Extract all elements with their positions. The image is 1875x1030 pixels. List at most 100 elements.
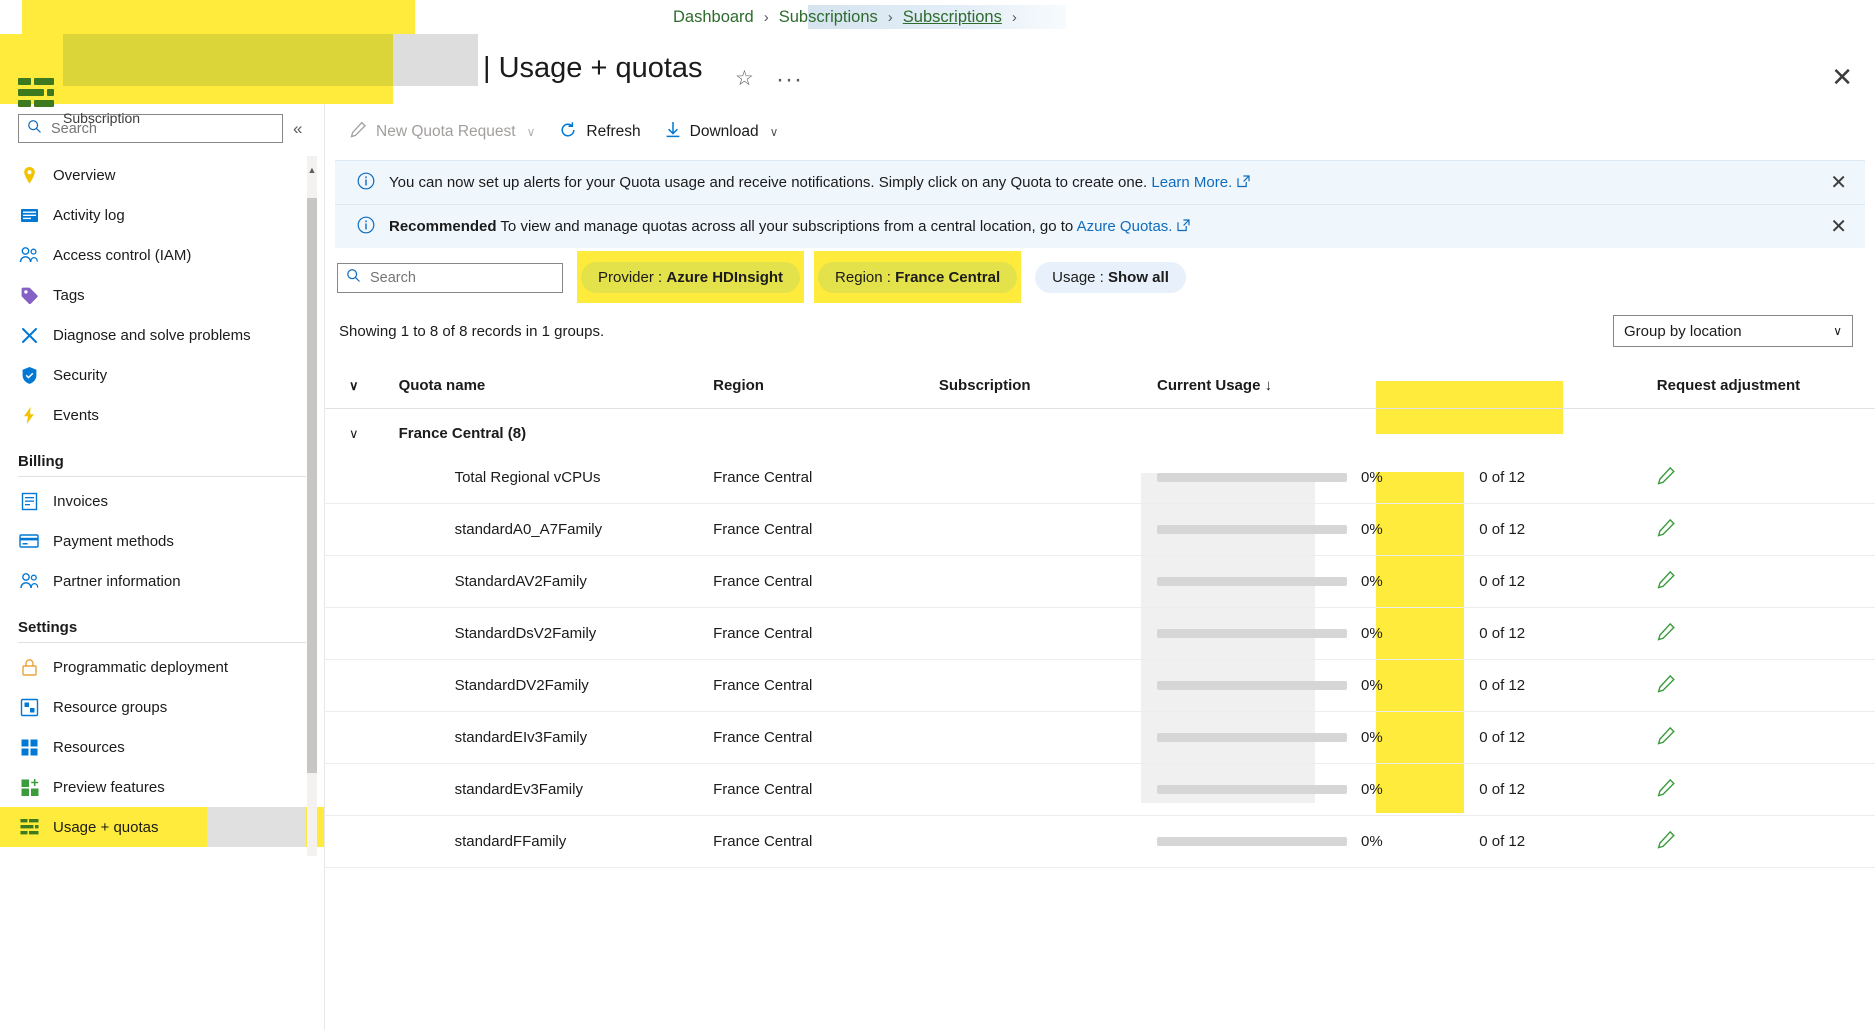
sidebar-item-resource-groups[interactable]: Resource groups [0,687,324,727]
chevron-down-icon[interactable]: ∨ [770,125,779,139]
sidebar-search-box[interactable] [18,114,283,143]
sidebar-item-activity-log[interactable]: Activity log [0,195,324,235]
sidebar-item-payment-methods[interactable]: Payment methods [0,521,324,561]
payment-methods-icon [18,530,40,552]
dismiss-banner-icon[interactable]: ✕ [1824,173,1853,193]
recommended-info-banner: Recommended To view and manage quotas ac… [335,204,1865,248]
pencil-icon[interactable] [1657,674,1676,697]
sidebar-item-invoices[interactable]: Invoices [0,481,324,521]
refresh-button[interactable]: Refresh [550,115,649,150]
column-quota-name[interactable]: Quota name [398,365,714,409]
table-row[interactable]: StandardAV2Family France Central 0% 0 of… [325,555,1875,608]
quota-table-zone: ∨ Quota name Region Subscription Current… [325,365,1875,868]
close-blade-icon[interactable]: ✕ [1831,64,1853,90]
filter-pill-value: Show all [1108,269,1169,286]
sidebar-divider [18,642,306,643]
group-by-dropdown[interactable]: Group by location ∨ [1613,315,1853,347]
sidebar-item-programmatic-deployment[interactable]: Programmatic deployment [0,647,324,687]
sidebar-scrollbar-thumb[interactable] [307,198,317,773]
sidebar-item-usage-quotas[interactable]: Usage + quotas [0,807,324,847]
expand-all-header[interactable]: ∨ [325,365,399,409]
row-request-adjustment-cell[interactable] [1656,763,1875,816]
new-quota-request-button[interactable]: New Quota Request ∨ [341,115,544,149]
column-subscription[interactable]: Subscription [938,365,1158,409]
pencil-icon[interactable] [1657,726,1676,749]
collapse-sidebar-icon[interactable]: « [293,119,302,139]
filter-pill-region[interactable]: Region : France Central [818,262,1018,293]
pencil-icon[interactable] [1657,570,1676,593]
column-region[interactable]: Region [713,365,939,409]
row-quota-name: StandardDsV2Family [398,607,714,660]
usage-progress-bar [1157,473,1348,483]
sidebar-item-access-control[interactable]: Access control (IAM) [0,235,324,275]
chevron-down-icon[interactable]: ∨ [339,426,359,441]
filter-pill-usage[interactable]: Usage : Show all [1035,262,1186,293]
sidebar-item-overview[interactable]: Overview [0,155,324,195]
sidebar-item-partner-information[interactable]: Partner information [0,561,324,601]
row-usage-count: 0 of 12 [1479,503,1657,556]
row-request-adjustment-cell[interactable] [1656,452,1875,504]
sidebar-item-tags[interactable]: Tags [0,275,324,315]
pencil-icon[interactable] [1657,518,1676,541]
results-summary-row: Showing 1 to 8 of 8 records in 1 groups.… [325,293,1875,347]
table-group-row[interactable]: ∨ France Central (8) [325,409,1875,453]
sidebar-item-preview-features[interactable]: Preview features [0,767,324,807]
pencil-icon[interactable] [1657,466,1676,489]
row-region: France Central [713,763,939,816]
sidebar-item-label: Resource groups [53,698,168,716]
sidebar-item-resources[interactable]: Resources [0,727,324,767]
row-request-adjustment-cell[interactable] [1656,503,1875,556]
table-row[interactable]: StandardDV2Family France Central 0% 0 of… [325,659,1875,712]
row-request-adjustment-cell[interactable] [1656,607,1875,660]
breadcrumb-item-subscriptions[interactable]: Subscriptions [779,8,878,27]
external-link-icon [1237,174,1250,192]
row-request-adjustment-cell[interactable] [1656,659,1875,712]
table-row[interactable]: standardFFamily France Central 0% 0 of 1… [325,815,1875,868]
sidebar-item-events[interactable]: Events [0,395,324,435]
download-button[interactable]: Download ∨ [656,115,788,150]
sidebar-item-label: Programmatic deployment [53,658,229,676]
pencil-icon[interactable] [1657,830,1676,853]
column-current-usage[interactable]: Current Usage ↓ [1157,365,1480,409]
learn-more-link[interactable]: Learn More. [1151,174,1232,191]
sidebar: « Overview Activity log Access control ( [0,104,325,1030]
security-shield-icon [18,364,40,386]
azure-quotas-link[interactable]: Azure Quotas. [1077,218,1173,235]
sidebar-item-diagnose[interactable]: Diagnose and solve problems [0,315,324,355]
table-header-row: ∨ Quota name Region Subscription Current… [325,365,1875,409]
sidebar-item-security[interactable]: Security [0,355,324,395]
favorite-star-icon[interactable]: ☆ [735,66,754,91]
pencil-icon[interactable] [1657,778,1676,801]
banner-message: You can now set up alerts for your Quota… [389,173,1152,191]
resource-type-label: Subscription [63,110,141,126]
chevron-down-icon[interactable]: ∨ [339,378,359,393]
table-row[interactable]: standardEv3Family France Central 0% 0 of… [325,763,1875,816]
usage-progress-bar [1157,577,1348,587]
filter-pill-value: Azure HDInsight [666,269,784,286]
row-request-adjustment-cell[interactable] [1656,815,1875,868]
row-request-adjustment-cell[interactable] [1656,555,1875,608]
group-expand-cell[interactable]: ∨ [325,409,399,453]
pencil-icon[interactable] [1657,622,1676,645]
table-row[interactable]: standardEIv3Family France Central 0% 0 o… [325,711,1875,764]
column-request-adjustment[interactable]: Request adjustment [1656,365,1875,409]
sidebar-scrollbar[interactable]: ▲ [307,156,317,856]
chevron-down-icon[interactable]: ∨ [527,125,536,139]
dismiss-banner-icon[interactable]: ✕ [1824,217,1853,237]
table-row[interactable]: StandardDsV2Family France Central 0% 0 o… [325,607,1875,660]
quota-search-input[interactable] [368,268,554,287]
row-usage-percent: 0% [1361,677,1383,695]
breadcrumb-separator: › [763,8,769,26]
breadcrumb-item-subscriptions-current[interactable]: Subscriptions [903,8,1002,27]
more-options-ellipsis-icon[interactable]: ··· [776,66,803,94]
row-quota-name: standardFFamily [398,815,714,868]
row-request-adjustment-cell[interactable] [1656,711,1875,764]
filter-pill-provider[interactable]: Provider : Azure HDInsight [581,262,801,293]
row-usage-count: 0 of 12 [1479,452,1657,504]
quota-search-box[interactable] [337,262,563,293]
scroll-up-arrow-icon[interactable]: ▲ [307,166,317,175]
sidebar-nav-list: Overview Activity log Access control (IA… [0,155,324,847]
table-row[interactable]: standardA0_A7Family France Central 0% 0 … [325,503,1875,556]
breadcrumb-item-dashboard[interactable]: Dashboard [673,8,754,27]
table-row[interactable]: Total Regional vCPUs France Central 0% 0… [325,452,1875,504]
